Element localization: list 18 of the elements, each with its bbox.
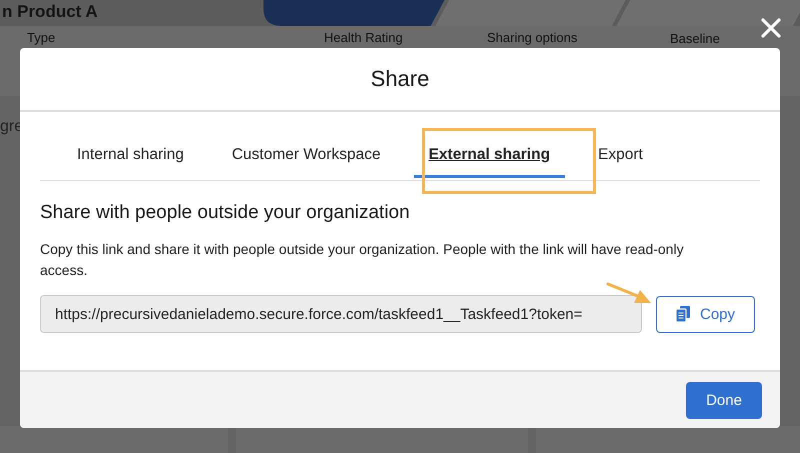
description-text: Copy this link and share it with people outside your organization. People with the link will have read-only access. xyxy=(40,240,685,280)
tab[interactable]: Export xyxy=(598,134,643,178)
copy-icon xyxy=(676,306,690,322)
link-field[interactable]: https://precursivedanielademo.secure.force.com/taskfeed1__Taskfeed1?token= xyxy=(40,295,642,333)
column-header: Baseline xyxy=(670,31,720,46)
tab[interactable]: Customer Workspace xyxy=(232,134,381,178)
tab[interactable]: External sharing xyxy=(414,134,566,178)
column-header: Health Rating xyxy=(324,30,403,45)
tab[interactable]: Internal sharing xyxy=(77,134,184,178)
done-button[interactable]: Done xyxy=(686,382,762,418)
column-header: Type xyxy=(27,30,56,45)
dialog-title: Share xyxy=(370,66,430,92)
copy-button[interactable]: Copy xyxy=(656,296,755,332)
column-header: Sharing options xyxy=(487,30,578,45)
annotation-arrow xyxy=(606,282,652,304)
section-heading: Share with people outside your organization xyxy=(40,202,411,224)
close-icon[interactable] xyxy=(760,17,782,39)
page-title: n Product A xyxy=(2,2,98,22)
